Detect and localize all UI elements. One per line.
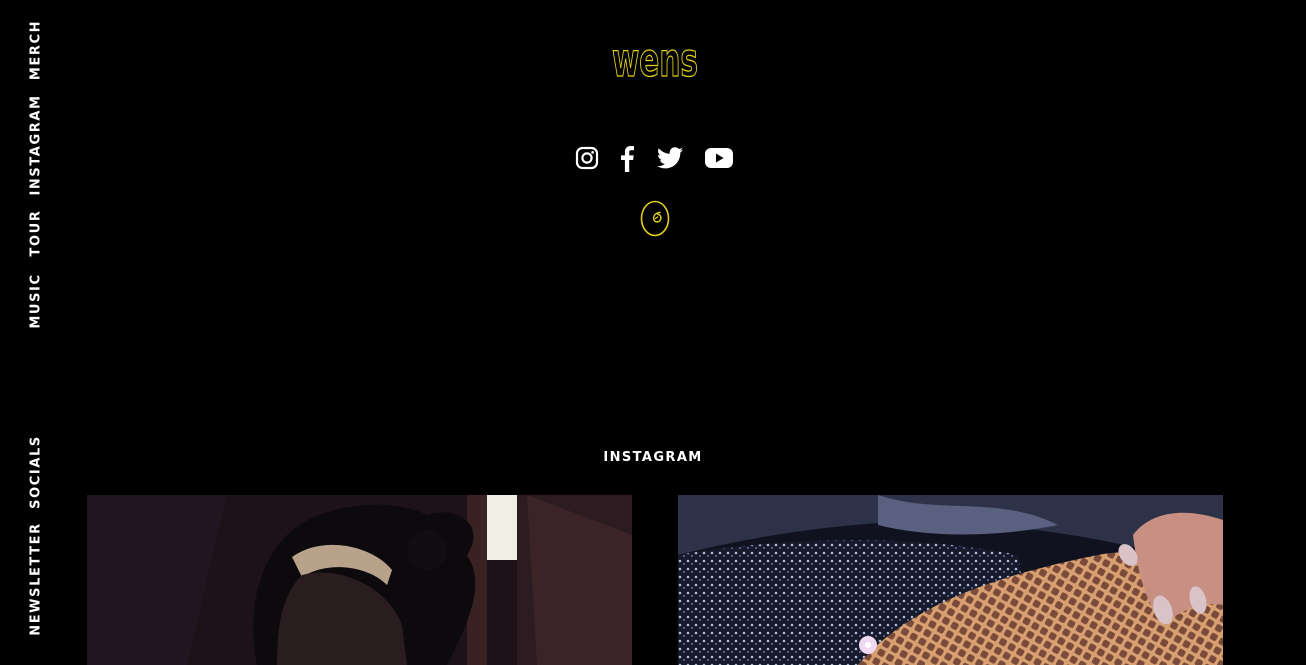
nav-link-merch[interactable]: MERCH [29, 20, 44, 80]
instagram-post-image [678, 495, 1223, 665]
instagram-post[interactable] [678, 495, 1223, 665]
site-logo-graphic: wens [611, 32, 698, 87]
twitter-link[interactable] [656, 143, 684, 173]
nav-link-music[interactable]: MUSIC [29, 273, 44, 328]
nav-link-tour[interactable]: TOUR [29, 210, 44, 257]
instagram-icon [575, 146, 599, 170]
youtube-icon [705, 148, 733, 168]
instagram-post[interactable] [87, 495, 632, 665]
smiley-doodle-icon [640, 200, 670, 237]
twitter-icon [657, 147, 683, 169]
facebook-link[interactable] [617, 143, 637, 173]
instagram-post-image [87, 495, 632, 665]
instagram-link[interactable] [574, 143, 600, 173]
facebook-icon [621, 145, 634, 172]
youtube-link[interactable] [703, 143, 735, 173]
nav-link-socials[interactable]: SOCIALS [29, 435, 44, 509]
social-links [0, 143, 1306, 173]
side-nav: MERCH INSTAGRAM TOUR MUSIC SOCIALS NEWSL… [0, 0, 72, 665]
nav-link-newsletter[interactable]: NEWSLETTER [29, 522, 44, 636]
instagram-section-heading: INSTAGRAM [603, 450, 703, 465]
site-logo-text: wens [612, 33, 698, 86]
site-logo[interactable]: wens [609, 32, 701, 87]
smiley-badge-icon[interactable] [638, 199, 672, 239]
